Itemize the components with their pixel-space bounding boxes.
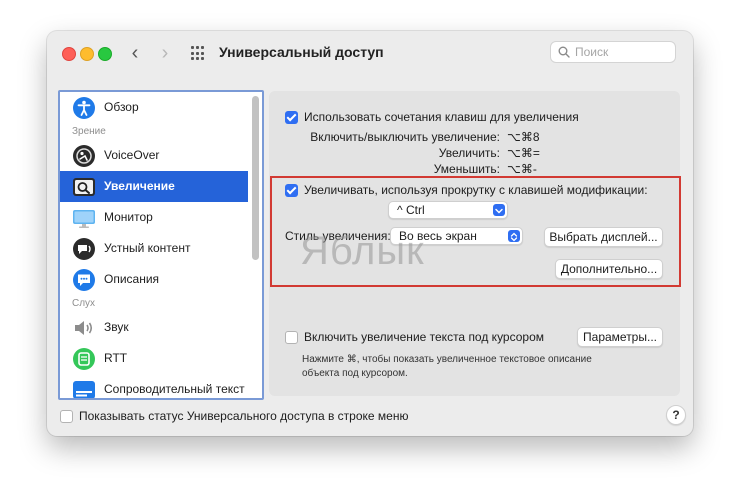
hover-text-description: Нажмите ⌘, чтобы показать увеличенное те… <box>302 354 592 379</box>
shortcut-zoom-in-label: Увеличить: <box>438 146 500 160</box>
display-icon <box>73 210 95 228</box>
sidebar-item-overview[interactable]: Обзор <box>60 92 248 123</box>
shortcut-zoom-out-label: Уменьшить: <box>433 162 500 176</box>
sidebar-item-label: Сопроводительный текст <box>104 382 245 396</box>
sidebar-item-descriptions[interactable]: Описания <box>60 264 248 295</box>
shortcut-toggle-label: Включить/выключить увеличение: <box>310 130 500 144</box>
section-header-vision: Зрение <box>72 126 106 137</box>
hover-text-checkbox[interactable] <box>285 331 298 344</box>
watermark-text: Яблык <box>300 229 425 273</box>
sidebar-item-rtt[interactable]: RTT <box>60 343 248 374</box>
sidebar-item-label: Звук <box>104 320 129 334</box>
minimize-window-button[interactable] <box>80 47 94 61</box>
accessibility-icon <box>73 97 95 119</box>
forward-button[interactable]: › <box>155 42 175 64</box>
search-icon <box>558 46 570 58</box>
keyboard-zoom-label: Использовать сочетания клавиш для увелич… <box>304 110 579 124</box>
search-field[interactable] <box>550 41 676 63</box>
show-all-grid-icon[interactable] <box>191 46 206 61</box>
speech-icon <box>73 238 95 260</box>
sidebar-item-label: Устный контент <box>104 241 191 255</box>
zoom-window-button[interactable] <box>98 47 112 61</box>
sidebar-item-label: RTT <box>104 351 128 365</box>
rtt-icon <box>73 348 95 370</box>
menu-status-checkbox[interactable] <box>60 410 73 423</box>
sidebar-item-voiceover[interactable]: VoiceOver <box>60 140 248 171</box>
sidebar-item-label: VoiceOver <box>104 148 160 162</box>
back-button[interactable]: ‹ <box>125 42 145 64</box>
sidebar-item-spoken-content[interactable]: Устный контент <box>60 233 248 264</box>
zoom-icon <box>73 178 95 196</box>
section-header-hearing: Слух <box>72 298 96 309</box>
sidebar-item-label: Увеличение <box>104 179 175 193</box>
shortcut-zoom-out-keys: ⌥⌘- <box>507 162 537 176</box>
speaker-icon <box>75 321 93 335</box>
shortcut-toggle-keys: ⌥⌘8 <box>507 130 540 144</box>
voiceover-icon <box>73 145 95 167</box>
hover-text-label: Включить увеличение текста под курсором <box>304 330 545 344</box>
menu-status-label: Показывать статус Универсального доступа… <box>79 409 409 423</box>
sidebar-item-label: Описания <box>104 272 160 286</box>
title-bar: ‹ › Универсальный доступ <box>47 31 693 75</box>
sidebar-scrollbar[interactable] <box>252 96 259 260</box>
window-title: Универсальный доступ <box>219 44 384 60</box>
captions-icon <box>73 381 95 398</box>
sidebar-item-display[interactable]: Монитор <box>60 202 248 233</box>
sidebar-item-zoom[interactable]: Увеличение <box>60 171 248 202</box>
keyboard-zoom-checkbox[interactable] <box>285 111 298 124</box>
hover-text-params-button[interactable]: Параметры... <box>577 327 663 347</box>
close-window-button[interactable] <box>62 47 76 61</box>
sidebar-item-label: Монитор <box>104 210 153 224</box>
help-button[interactable]: ? <box>666 405 686 425</box>
sidebar-item-audio[interactable]: Звук <box>60 312 248 343</box>
descriptions-icon <box>73 269 95 291</box>
sidebar-item-captions[interactable]: Сопроводительный текст <box>60 374 248 398</box>
sidebar-list[interactable]: Обзор Зрение VoiceOver Увеличение Монито… <box>58 90 264 400</box>
shortcut-zoom-in-keys: ⌥⌘= <box>507 146 540 160</box>
search-input[interactable] <box>575 44 671 60</box>
sidebar-item-label: Обзор <box>104 100 139 114</box>
